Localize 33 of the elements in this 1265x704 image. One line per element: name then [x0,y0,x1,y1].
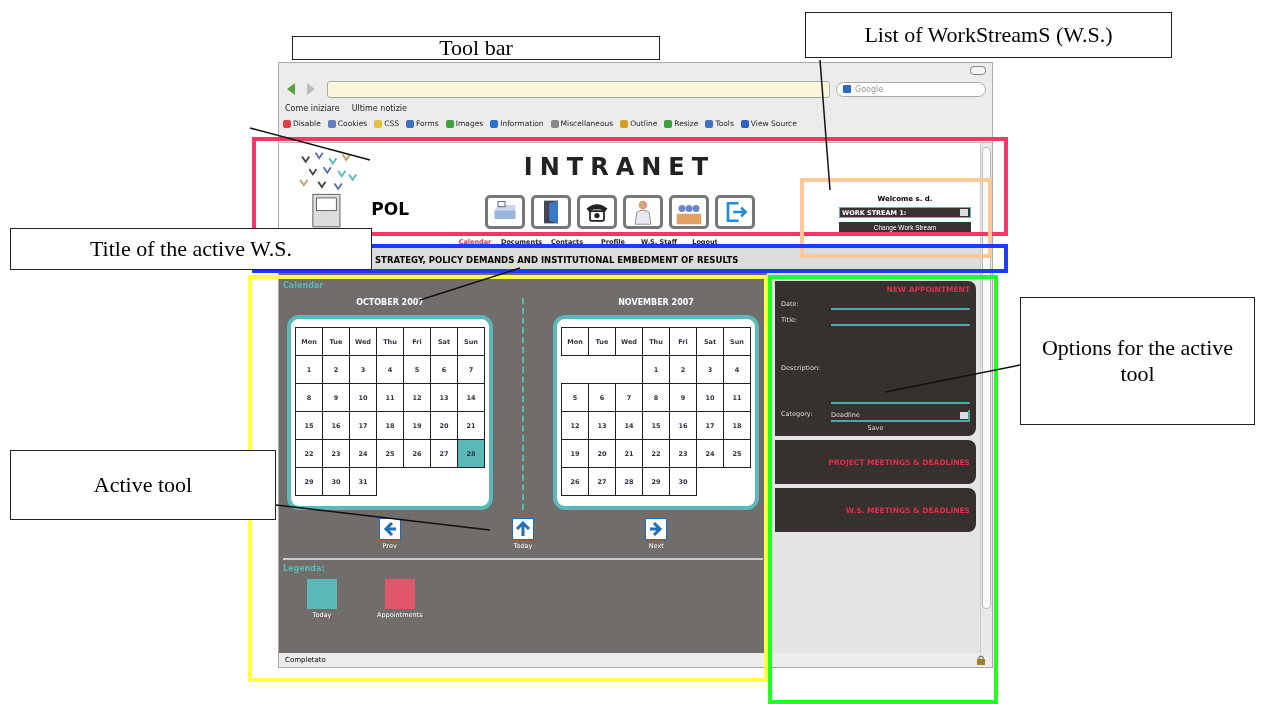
tool-icon [490,119,499,128]
site-title: INTRANET [523,153,716,181]
lock-icon [976,655,986,665]
address-field[interactable] [327,80,830,98]
search-engine-icon [843,85,851,93]
legend-title: Legenda: [283,564,326,573]
month-title: NOVEMBER 2007 [618,298,694,307]
logo-text: POL [371,199,409,219]
tool-icon [283,119,291,128]
annotation-callout: Active tool [10,450,276,520]
tool-icon [620,119,629,128]
annotation-callout: List of WorkStreamS (W.S.) [805,12,1172,58]
window-control[interactable] [970,65,986,75]
tool-icon [705,119,714,128]
annotation-callout: Title of the active W.S. [10,228,372,270]
tool-icon [740,119,749,128]
annotation-callout: Tool bar [292,36,660,60]
scrollbar-thumb[interactable] [982,147,991,609]
nav-button[interactable] [576,195,617,229]
workstream-title: STRATEGY, POLICY DEMANDS AND INSTITUTIONAL EMBEDMENT OF RESULTS [375,255,739,265]
nav-button[interactable] [530,195,571,229]
tool-icon [445,119,454,128]
bookmark-link[interactable]: Come iniziare [285,103,340,113]
section-heading: Calendar [283,281,325,290]
month-title: OCTOBER 2007 [356,298,424,307]
tool-icon [374,119,383,128]
tool-icon [327,119,336,128]
tool-icon [664,119,673,128]
bookmark-link[interactable]: Ultime notizie [351,103,407,113]
arrow-icon [512,518,534,540]
annotation-callout: Options for the active tool [1020,297,1255,425]
tool-icon [550,119,559,128]
tool-icon [405,119,414,128]
